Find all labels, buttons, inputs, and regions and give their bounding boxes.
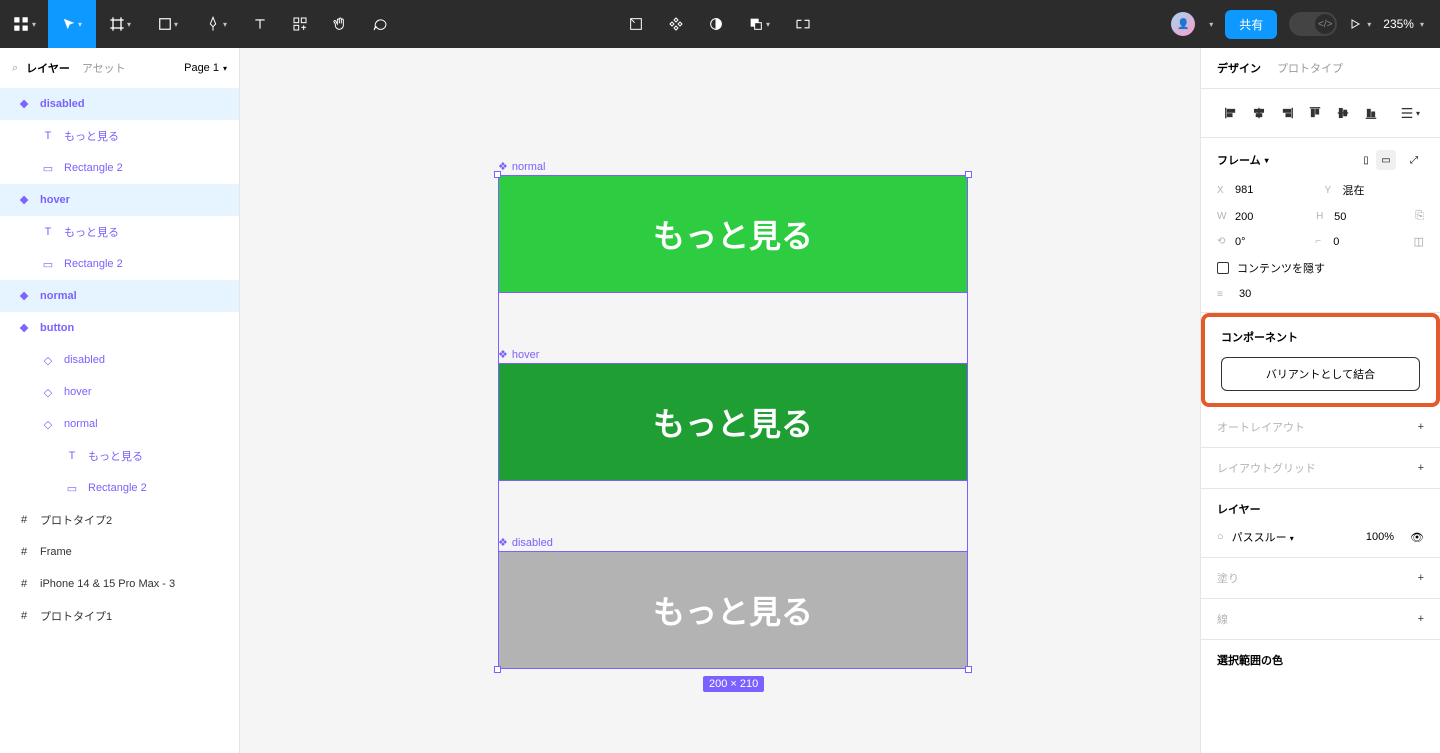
move-tool-button[interactable]: ▾ — [48, 0, 96, 48]
align-right-icon[interactable] — [1273, 101, 1301, 125]
y-input[interactable]: 混在 — [1343, 182, 1365, 198]
mask-icon[interactable] — [708, 16, 724, 32]
align-left-icon[interactable] — [1217, 101, 1245, 125]
component-icon[interactable] — [668, 16, 684, 32]
main-menu-button[interactable]: ▾ — [0, 0, 48, 48]
layer-button-component[interactable]: ❖button — [0, 312, 239, 344]
user-avatar[interactable]: 👤 — [1171, 12, 1195, 36]
selection-handle[interactable] — [494, 666, 501, 673]
selection-handle[interactable] — [965, 666, 972, 673]
shape-tool-button[interactable]: ▾ — [144, 0, 192, 48]
layers-tab[interactable]: レイヤー — [26, 60, 70, 76]
layer-disabled-component[interactable]: ❖disabled — [0, 88, 239, 120]
top-toolbar: ▾ ▾ ▾ ▾ ▾ — [0, 0, 1440, 48]
fill-title: 塗り — [1217, 570, 1239, 586]
independent-corners-icon[interactable]: ◫ — [1414, 235, 1424, 248]
component-section-highlight: コンポーネント バリアントとして結合 — [1201, 313, 1440, 407]
layer-instance[interactable]: ◇disabled — [0, 344, 239, 376]
selection-outline — [498, 363, 968, 481]
radius-icon: ⌐ — [1315, 236, 1329, 247]
prototype-tab[interactable]: プロトタイプ — [1277, 60, 1343, 76]
pen-tool-button[interactable]: ▾ — [192, 0, 240, 48]
resize-horizontal-icon[interactable]: ▭ — [1376, 150, 1396, 170]
add-auto-layout-icon[interactable]: + — [1418, 421, 1424, 433]
canvas[interactable]: ❖normal もっと見る ❖hover もっと見る ❖disabled もっと… — [240, 48, 1200, 753]
selection-outline — [498, 551, 968, 669]
rotation-icon: ⟲ — [1217, 236, 1231, 247]
align-top-icon[interactable] — [1301, 101, 1329, 125]
layer-hover-component[interactable]: ❖hover — [0, 184, 239, 216]
comment-tool-button[interactable] — [360, 0, 400, 48]
layer-rectangle[interactable]: ▭Rectangle 2 — [0, 152, 239, 184]
opacity-input[interactable]: 100% — [1366, 531, 1394, 543]
clip-content-checkbox[interactable] — [1217, 262, 1229, 274]
resize-vertical-icon[interactable]: ▯ — [1356, 150, 1376, 170]
layer-frame[interactable]: #iPhone 14 & 15 Pro Max - 3 — [0, 568, 239, 600]
auto-layout-title: オートレイアウト — [1217, 419, 1305, 435]
width-input[interactable]: 200 — [1235, 211, 1253, 223]
add-fill-icon[interactable]: + — [1418, 572, 1424, 584]
layer-rectangle[interactable]: ▭Rectangle 2 — [0, 248, 239, 280]
rotation-input[interactable]: 0° — [1235, 236, 1246, 248]
hand-tool-button[interactable] — [320, 0, 360, 48]
component-label-normal: ❖normal — [498, 160, 546, 173]
assets-tab[interactable]: アセット — [82, 60, 126, 76]
resources-button[interactable] — [280, 0, 320, 48]
selection-colors-title: 選択範囲の色 — [1217, 652, 1283, 668]
layer-section-title: レイヤー — [1217, 501, 1261, 517]
present-button[interactable]: ▾ — [1349, 18, 1371, 30]
search-icon[interactable]: ⌕ — [12, 62, 18, 75]
component-title: コンポーネント — [1221, 329, 1298, 345]
align-vcenter-icon[interactable] — [1329, 101, 1357, 125]
selection-outline — [498, 175, 968, 293]
design-panel: デザイン プロトタイプ ▾ フレーム ▾ ▯ ▭ ⤢ — [1200, 48, 1440, 753]
zoom-control[interactable]: 235%▾ — [1383, 17, 1424, 31]
clip-content-label: コンテンツを隠す — [1237, 260, 1325, 276]
layers-panel: ⌕ レイヤー アセット Page 1▾ ❖disabled Tもっと見る ▭Re… — [0, 48, 240, 753]
layer-frame[interactable]: #プロトタイプ1 — [0, 600, 239, 632]
blend-mode-icon: ○ — [1217, 531, 1224, 543]
boolean-icon[interactable]: ▾ — [748, 16, 770, 32]
share-button[interactable]: 共有 — [1225, 10, 1277, 39]
layer-text[interactable]: Tもっと見る — [0, 120, 239, 152]
add-layout-grid-icon[interactable]: + — [1418, 462, 1424, 474]
height-input[interactable]: 50 — [1334, 211, 1346, 223]
selection-handle[interactable] — [965, 171, 972, 178]
link-dimensions-icon[interactable]: ⎘ — [1415, 210, 1424, 223]
layer-instance[interactable]: ◇hover — [0, 376, 239, 408]
blend-mode-select[interactable]: パススルー ▾ — [1232, 529, 1294, 545]
layer-text[interactable]: Tもっと見る — [0, 216, 239, 248]
edge-icon[interactable] — [628, 16, 644, 32]
gap-input[interactable]: 30 — [1239, 288, 1251, 300]
resize-fit-icon[interactable]: ⤢ — [1404, 150, 1424, 170]
text-tool-button[interactable] — [240, 0, 280, 48]
layer-frame[interactable]: #Frame — [0, 536, 239, 568]
visibility-icon[interactable]: 👁 — [1410, 531, 1424, 544]
selection-handle[interactable] — [494, 171, 501, 178]
stroke-title: 線 — [1217, 611, 1228, 627]
layer-frame[interactable]: #プロトタイプ2 — [0, 504, 239, 536]
x-input[interactable]: 981 — [1235, 184, 1253, 196]
link-icon[interactable] — [794, 17, 812, 31]
radius-input[interactable]: 0 — [1333, 236, 1339, 248]
layer-rectangle[interactable]: ▭Rectangle 2 — [0, 472, 239, 504]
frame-title[interactable]: フレーム ▾ — [1217, 152, 1269, 168]
layer-text[interactable]: Tもっと見る — [0, 440, 239, 472]
align-hcenter-icon[interactable] — [1245, 101, 1273, 125]
layer-instance[interactable]: ◇normal — [0, 408, 239, 440]
add-stroke-icon[interactable]: + — [1418, 613, 1424, 625]
layout-grid-title: レイアウトグリッド — [1217, 460, 1316, 476]
align-bottom-icon[interactable] — [1357, 101, 1385, 125]
design-tab[interactable]: デザイン — [1217, 60, 1261, 76]
page-selector[interactable]: Page 1▾ — [184, 62, 227, 74]
combine-as-variants-button[interactable]: バリアントとして結合 — [1221, 357, 1420, 391]
layer-normal-component[interactable]: ❖normal — [0, 280, 239, 312]
dimensions-badge: 200 × 210 — [703, 676, 764, 692]
frame-tool-button[interactable]: ▾ — [96, 0, 144, 48]
distribute-icon[interactable]: ▾ — [1396, 101, 1424, 125]
dev-mode-toggle[interactable]: </> — [1289, 12, 1337, 36]
gap-icon: ≡ — [1217, 289, 1231, 300]
